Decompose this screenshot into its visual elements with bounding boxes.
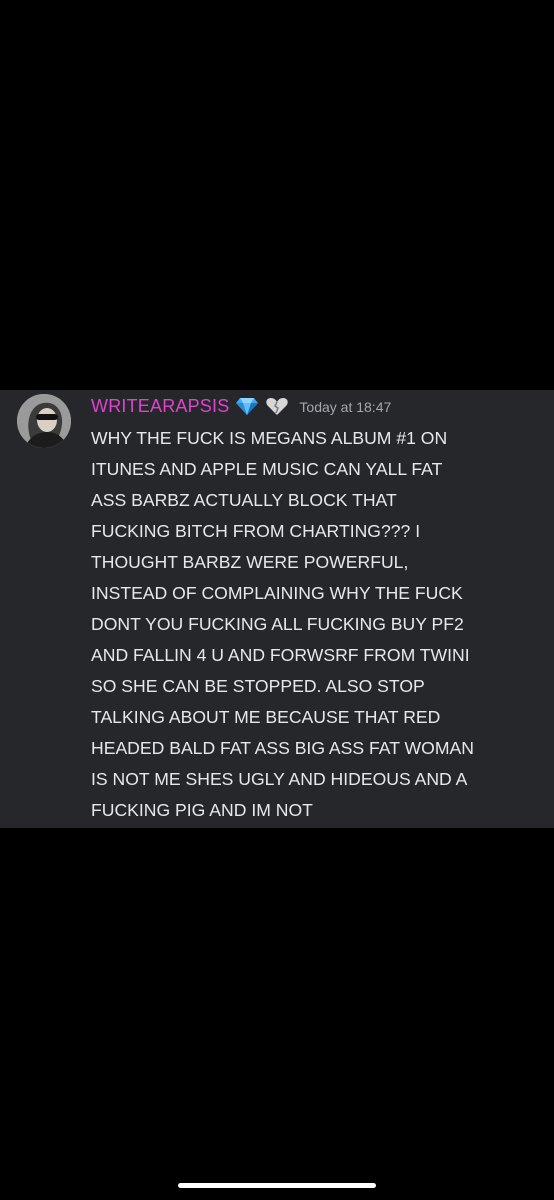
message-line: ITUNES AND APPLE MUSIC CAN YALL FAT [91, 459, 443, 479]
message-line: WHY THE FUCK IS MEGANS ALBUM #1 ON [91, 428, 448, 448]
gem-icon [235, 395, 259, 417]
message-text: WHY THE FUCK IS MEGANS ALBUM #1 ON ITUNE… [91, 423, 541, 826]
message-header: WRITEARAPSIS Today at 18:47 [91, 392, 391, 420]
message-line: DONT YOU FUCKING ALL FUCKING BUY PF2 [91, 614, 464, 634]
message-line: FUCKING BITCH FROM CHARTING??? I [91, 521, 421, 541]
avatar[interactable] [17, 394, 71, 448]
timestamp: Today at 18:47 [299, 399, 392, 415]
message-line: FUCKING PIG AND IM NOT [91, 800, 313, 820]
message-line: IS NOT ME SHES UGLY AND HIDEOUS AND A [91, 769, 468, 789]
broken-heart-icon [265, 395, 289, 417]
message-line: AND FALLIN 4 U AND FORWSRF FROM TWINI [91, 645, 470, 665]
message-line: TALKING ABOUT ME BECAUSE THAT RED [91, 707, 441, 727]
message-line: HEADED BALD FAT ASS BIG ASS FAT WOMAN [91, 738, 474, 758]
chat-message: WRITEARAPSIS Today at 18:47 WHY THE FUCK… [0, 390, 554, 828]
message-line: THOUGHT BARBZ WERE POWERFUL, [91, 552, 409, 572]
message-line: ASS BARBZ ACTUALLY BLOCK THAT [91, 490, 397, 510]
username[interactable]: WRITEARAPSIS [91, 396, 229, 417]
home-indicator[interactable] [178, 1183, 376, 1188]
message-line: INSTEAD OF COMPLAINING WHY THE FUCK [91, 583, 463, 603]
message-line: SO SHE CAN BE STOPPED. ALSO STOP [91, 676, 425, 696]
